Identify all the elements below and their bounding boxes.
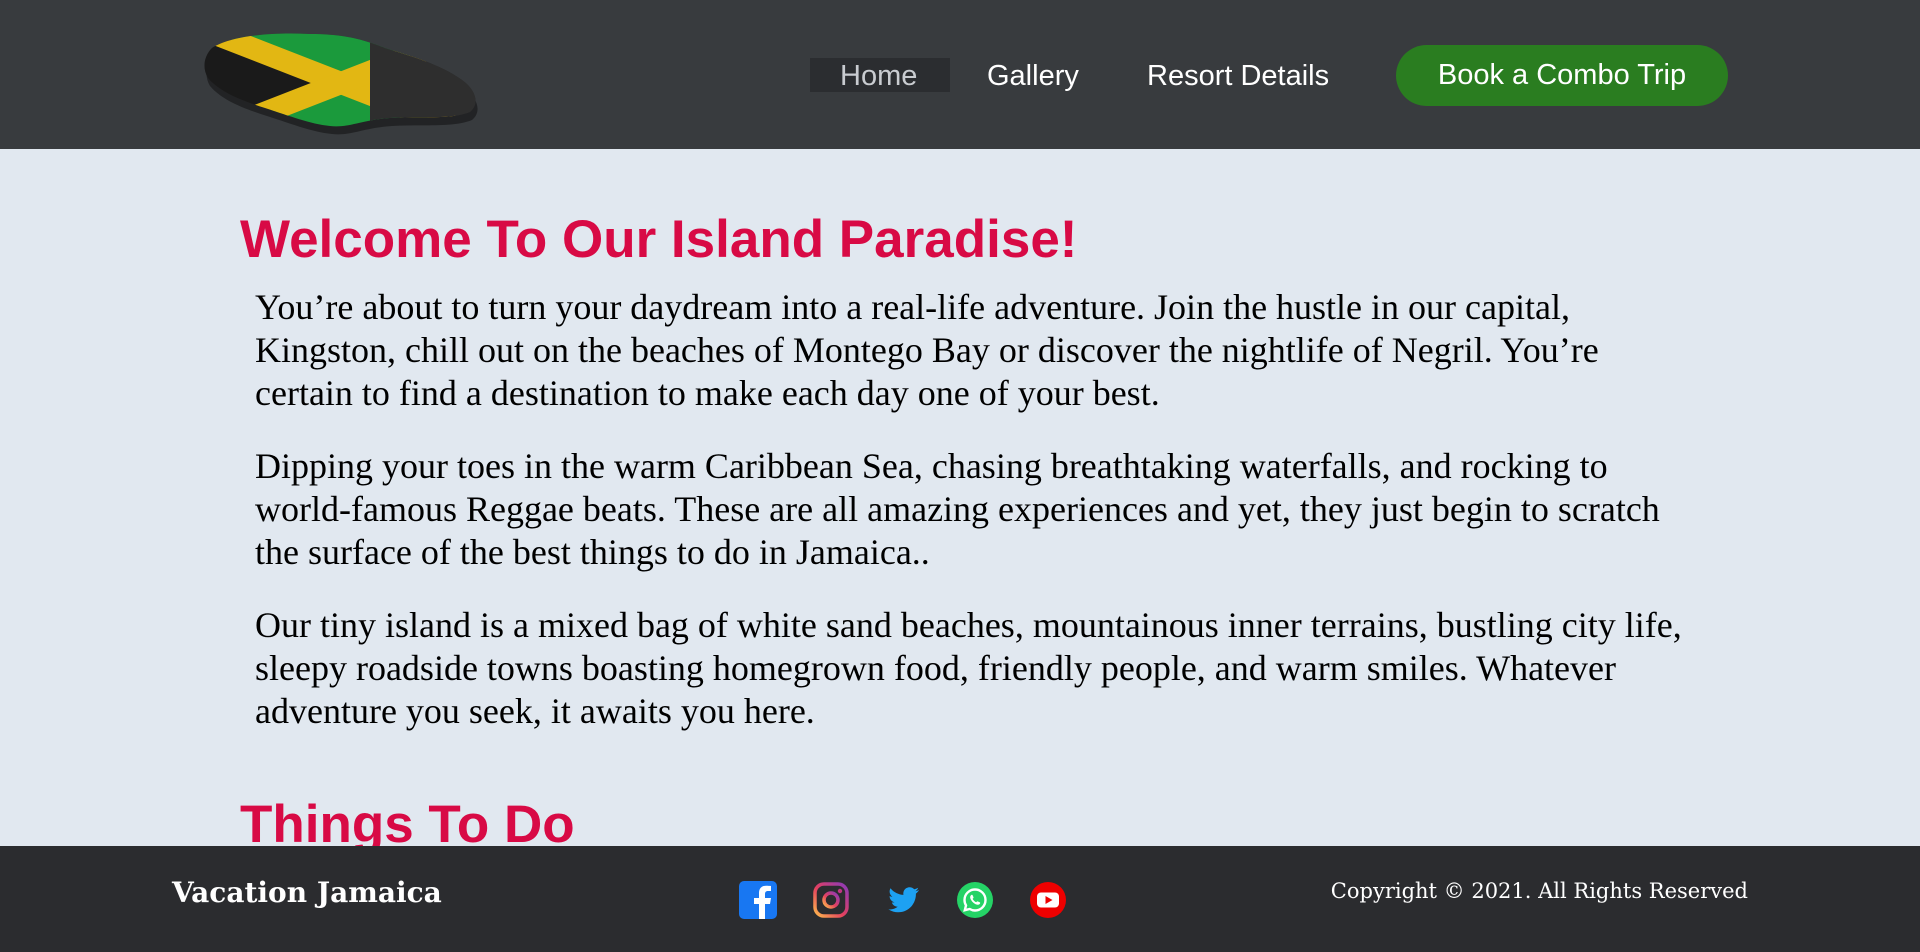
intro-paragraph: Dipping your toes in the warm Caribbean … [255,446,1660,572]
intro-paragraph: Our tiny island is a mixed bag of white … [255,605,1682,731]
things-to-do-heading: Things To Do [240,795,575,846]
youtube-icon[interactable] [1029,881,1067,919]
facebook-icon[interactable] [739,881,777,919]
intro-paragraph: You’re about to turn your daydream into … [255,287,1599,413]
main-content: Welcome To Our Island Paradise! You’re a… [0,149,1920,846]
book-combo-trip-button[interactable]: Book a Combo Trip [1396,45,1728,106]
nav-resort-details[interactable]: Resort Details [1147,45,1329,107]
nav-home[interactable]: Home [840,45,917,107]
welcome-heading: Welcome To Our Island Paradise! [240,210,1078,269]
intro-text: You’re about to turn your daydream into … [255,286,1695,763]
copyright-text: Copyright © 2021. All Rights Reserved [1330,879,1748,903]
twitter-icon[interactable] [884,881,922,919]
nav-gallery[interactable]: Gallery [987,45,1079,107]
instagram-icon[interactable] [812,881,850,919]
site-footer: Vacation Jamaica Copyright © 2021. All R… [0,846,1920,952]
whatsapp-icon[interactable] [956,881,994,919]
footer-brand: Vacation Jamaica [172,876,442,909]
site-header: Home Gallery Resort Details Book a Combo… [0,0,1920,149]
